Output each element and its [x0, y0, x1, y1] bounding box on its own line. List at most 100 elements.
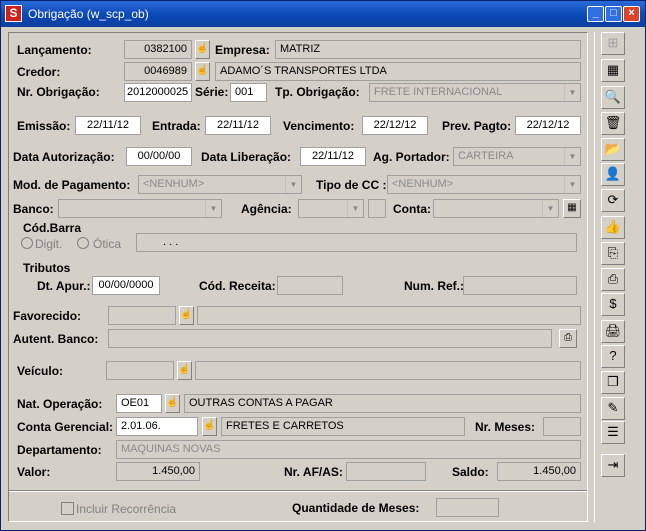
vencimento-label: Vencimento:	[283, 119, 355, 133]
nat-operacao-lookup-icon[interactable]: ☝	[165, 394, 180, 413]
serie-field[interactable]: 001	[230, 83, 267, 102]
favorecido-name-field[interactable]	[197, 306, 581, 325]
saldo-field[interactable]: 1.450,00	[497, 462, 581, 481]
maximize-button[interactable]: □	[605, 6, 622, 22]
conta-gerencial-code-field[interactable]: 2.01.06.	[116, 417, 198, 436]
agencia-select[interactable]: ▼	[298, 199, 364, 218]
tipo-cc-select[interactable]: <NENHUM> ▼	[387, 175, 581, 194]
banco-select[interactable]: ▼	[58, 199, 222, 218]
conta-calendar-icon[interactable]: ▦	[563, 199, 581, 218]
nr-af-as-field[interactable]	[346, 462, 426, 481]
thumbs-up-icon[interactable]: 👍	[601, 216, 625, 239]
chevron-down-icon[interactable]: ▼	[285, 176, 301, 193]
nat-operacao-code-field[interactable]: OE01	[116, 394, 162, 413]
lancamento-field[interactable]: 0382100	[124, 40, 192, 59]
user-icon[interactable]: 👤	[601, 163, 625, 186]
departamento-field[interactable]: MAQUINAS NOVAS	[116, 440, 581, 459]
digit-radio[interactable]	[21, 237, 33, 249]
chevron-down-icon[interactable]: ▼	[564, 176, 580, 193]
chevron-down-icon[interactable]: ▼	[347, 200, 363, 217]
copy-pages-icon[interactable]: ❐	[601, 371, 625, 394]
ag-portador-select[interactable]: CARTEIRA ▼	[453, 147, 581, 166]
conta-gerencial-lookup-icon[interactable]: ☝	[202, 417, 217, 436]
entrada-label: Entrada:	[152, 119, 201, 133]
favorecido-lookup-icon[interactable]: ☝	[179, 306, 194, 325]
close-button[interactable]: ×	[623, 6, 640, 22]
tp-obrigacao-select[interactable]: FRETE INTERNACIONAL ▼	[369, 83, 581, 102]
copy-document-icon[interactable]: ⎘	[601, 242, 625, 265]
valor-field[interactable]: 1.450,00	[116, 462, 200, 481]
otica-label: Ótica	[93, 237, 122, 251]
window-title: Obrigação (w_scp_ob)	[28, 7, 149, 21]
emissao-field[interactable]: 22/11/12	[75, 116, 141, 135]
otica-radio[interactable]	[77, 237, 89, 249]
tree-structure-icon[interactable]: ⊞	[601, 32, 625, 55]
chevron-down-icon[interactable]: ▼	[205, 200, 221, 217]
num-ref-label: Num. Ref.:	[404, 279, 464, 293]
departamento-label: Departamento:	[17, 443, 102, 457]
conta-gerencial-name-field[interactable]: FRETES E CARRETOS	[221, 417, 465, 436]
minimize-button[interactable]: _	[587, 6, 604, 22]
quantidade-meses-field[interactable]	[436, 498, 499, 517]
printer-icon[interactable]: 🖨	[601, 320, 625, 343]
edit-checkbook-icon[interactable]: ✎	[601, 397, 625, 420]
chevron-down-icon[interactable]: ▼	[542, 200, 558, 217]
toolbar: ⊞ ▦ 🔍 🗑 📂 👤 ⟳ 👍 ⎘ ⎙ $ 🖨? ❐ ✎ ☰ ⇥	[594, 32, 639, 522]
veiculo-lookup-icon[interactable]: ☝	[177, 361, 192, 380]
refresh-icon[interactable]: ⟳	[601, 189, 625, 212]
agencia-label: Agência:	[241, 202, 292, 216]
emissao-label: Emissão:	[17, 119, 71, 133]
nr-obrigacao-field[interactable]: 2012000025	[124, 83, 192, 102]
ag-portador-label: Ag. Portador:	[373, 150, 450, 164]
credor-code-field[interactable]: 0046989	[124, 62, 192, 81]
cod-barra-field[interactable]: . . .	[136, 233, 577, 252]
empresa-field[interactable]: MATRIZ	[275, 40, 581, 59]
conta-select[interactable]: ▼	[433, 199, 559, 218]
printer-small-icon[interactable]: ⎙	[559, 329, 577, 348]
nr-obrigacao-label: Nr. Obrigação:	[17, 85, 100, 99]
document-red-icon[interactable]: ⎙	[601, 268, 625, 291]
incluir-recorrencia-checkbox[interactable]	[61, 502, 74, 515]
favorecido-code-field[interactable]	[108, 306, 176, 325]
exit-icon[interactable]: ⇥	[601, 454, 625, 477]
autent-banco-label: Autent. Banco:	[13, 332, 99, 346]
num-ref-field[interactable]	[463, 276, 577, 295]
nr-af-as-label: Nr. AF/AS:	[284, 465, 343, 479]
document-question-icon[interactable]: ?	[601, 345, 625, 368]
mod-pagamento-value: <NENHUM>	[143, 178, 205, 190]
folder-open-icon[interactable]: 📂	[601, 138, 625, 161]
tipo-cc-label: Tipo de CC :	[316, 178, 387, 192]
incluir-recorrencia-label: Incluir Recorrência	[76, 502, 177, 516]
veiculo-code-field[interactable]	[106, 361, 174, 380]
print-preview-icon[interactable]: 🔍	[601, 86, 625, 109]
mod-pagamento-select[interactable]: <NENHUM> ▼	[138, 175, 302, 194]
vencimento-field[interactable]: 22/12/12	[362, 116, 428, 135]
dt-apur-field[interactable]: 00/00/0000	[92, 276, 160, 295]
lancamento-lookup-icon[interactable]: ☝	[195, 40, 210, 59]
trash-icon[interactable]: 🗑	[601, 112, 625, 135]
data-liberacao-field[interactable]: 22/11/12	[300, 147, 366, 166]
divider	[9, 490, 587, 492]
money-bag-icon[interactable]: $	[601, 293, 625, 316]
ag-portador-value: CARTEIRA	[458, 150, 514, 162]
autent-banco-field[interactable]	[108, 329, 552, 348]
cod-barra-label: Cód.Barra	[23, 221, 82, 235]
table-grid-icon[interactable]: ▦	[601, 59, 625, 82]
prev-pagto-field[interactable]: 22/12/12	[515, 116, 581, 135]
banco-label: Banco:	[13, 202, 54, 216]
entrada-field[interactable]: 22/11/12	[205, 116, 271, 135]
notes-icon[interactable]: ☰	[601, 421, 625, 444]
chevron-down-icon[interactable]: ▼	[564, 148, 580, 165]
agencia-digit-field[interactable]	[368, 199, 386, 218]
mod-pagamento-label: Mod. de Pagamento:	[13, 178, 131, 192]
data-autorizacao-field[interactable]: 00/00/00	[126, 147, 192, 166]
title-bar[interactable]: S Obrigação (w_scp_ob) _ □ ×	[1, 1, 645, 27]
credor-lookup-icon[interactable]: ☝	[195, 62, 210, 81]
credor-name-field[interactable]: ADAMO´S TRANSPORTES LTDA	[215, 62, 581, 81]
veiculo-name-field[interactable]	[195, 361, 581, 380]
digit-label: Digit.	[35, 237, 63, 251]
cod-receita-field[interactable]	[277, 276, 343, 295]
chevron-down-icon[interactable]: ▼	[564, 84, 580, 101]
nat-operacao-name-field[interactable]: OUTRAS CONTAS A PAGAR	[184, 394, 581, 413]
nr-meses-field[interactable]	[543, 417, 581, 436]
